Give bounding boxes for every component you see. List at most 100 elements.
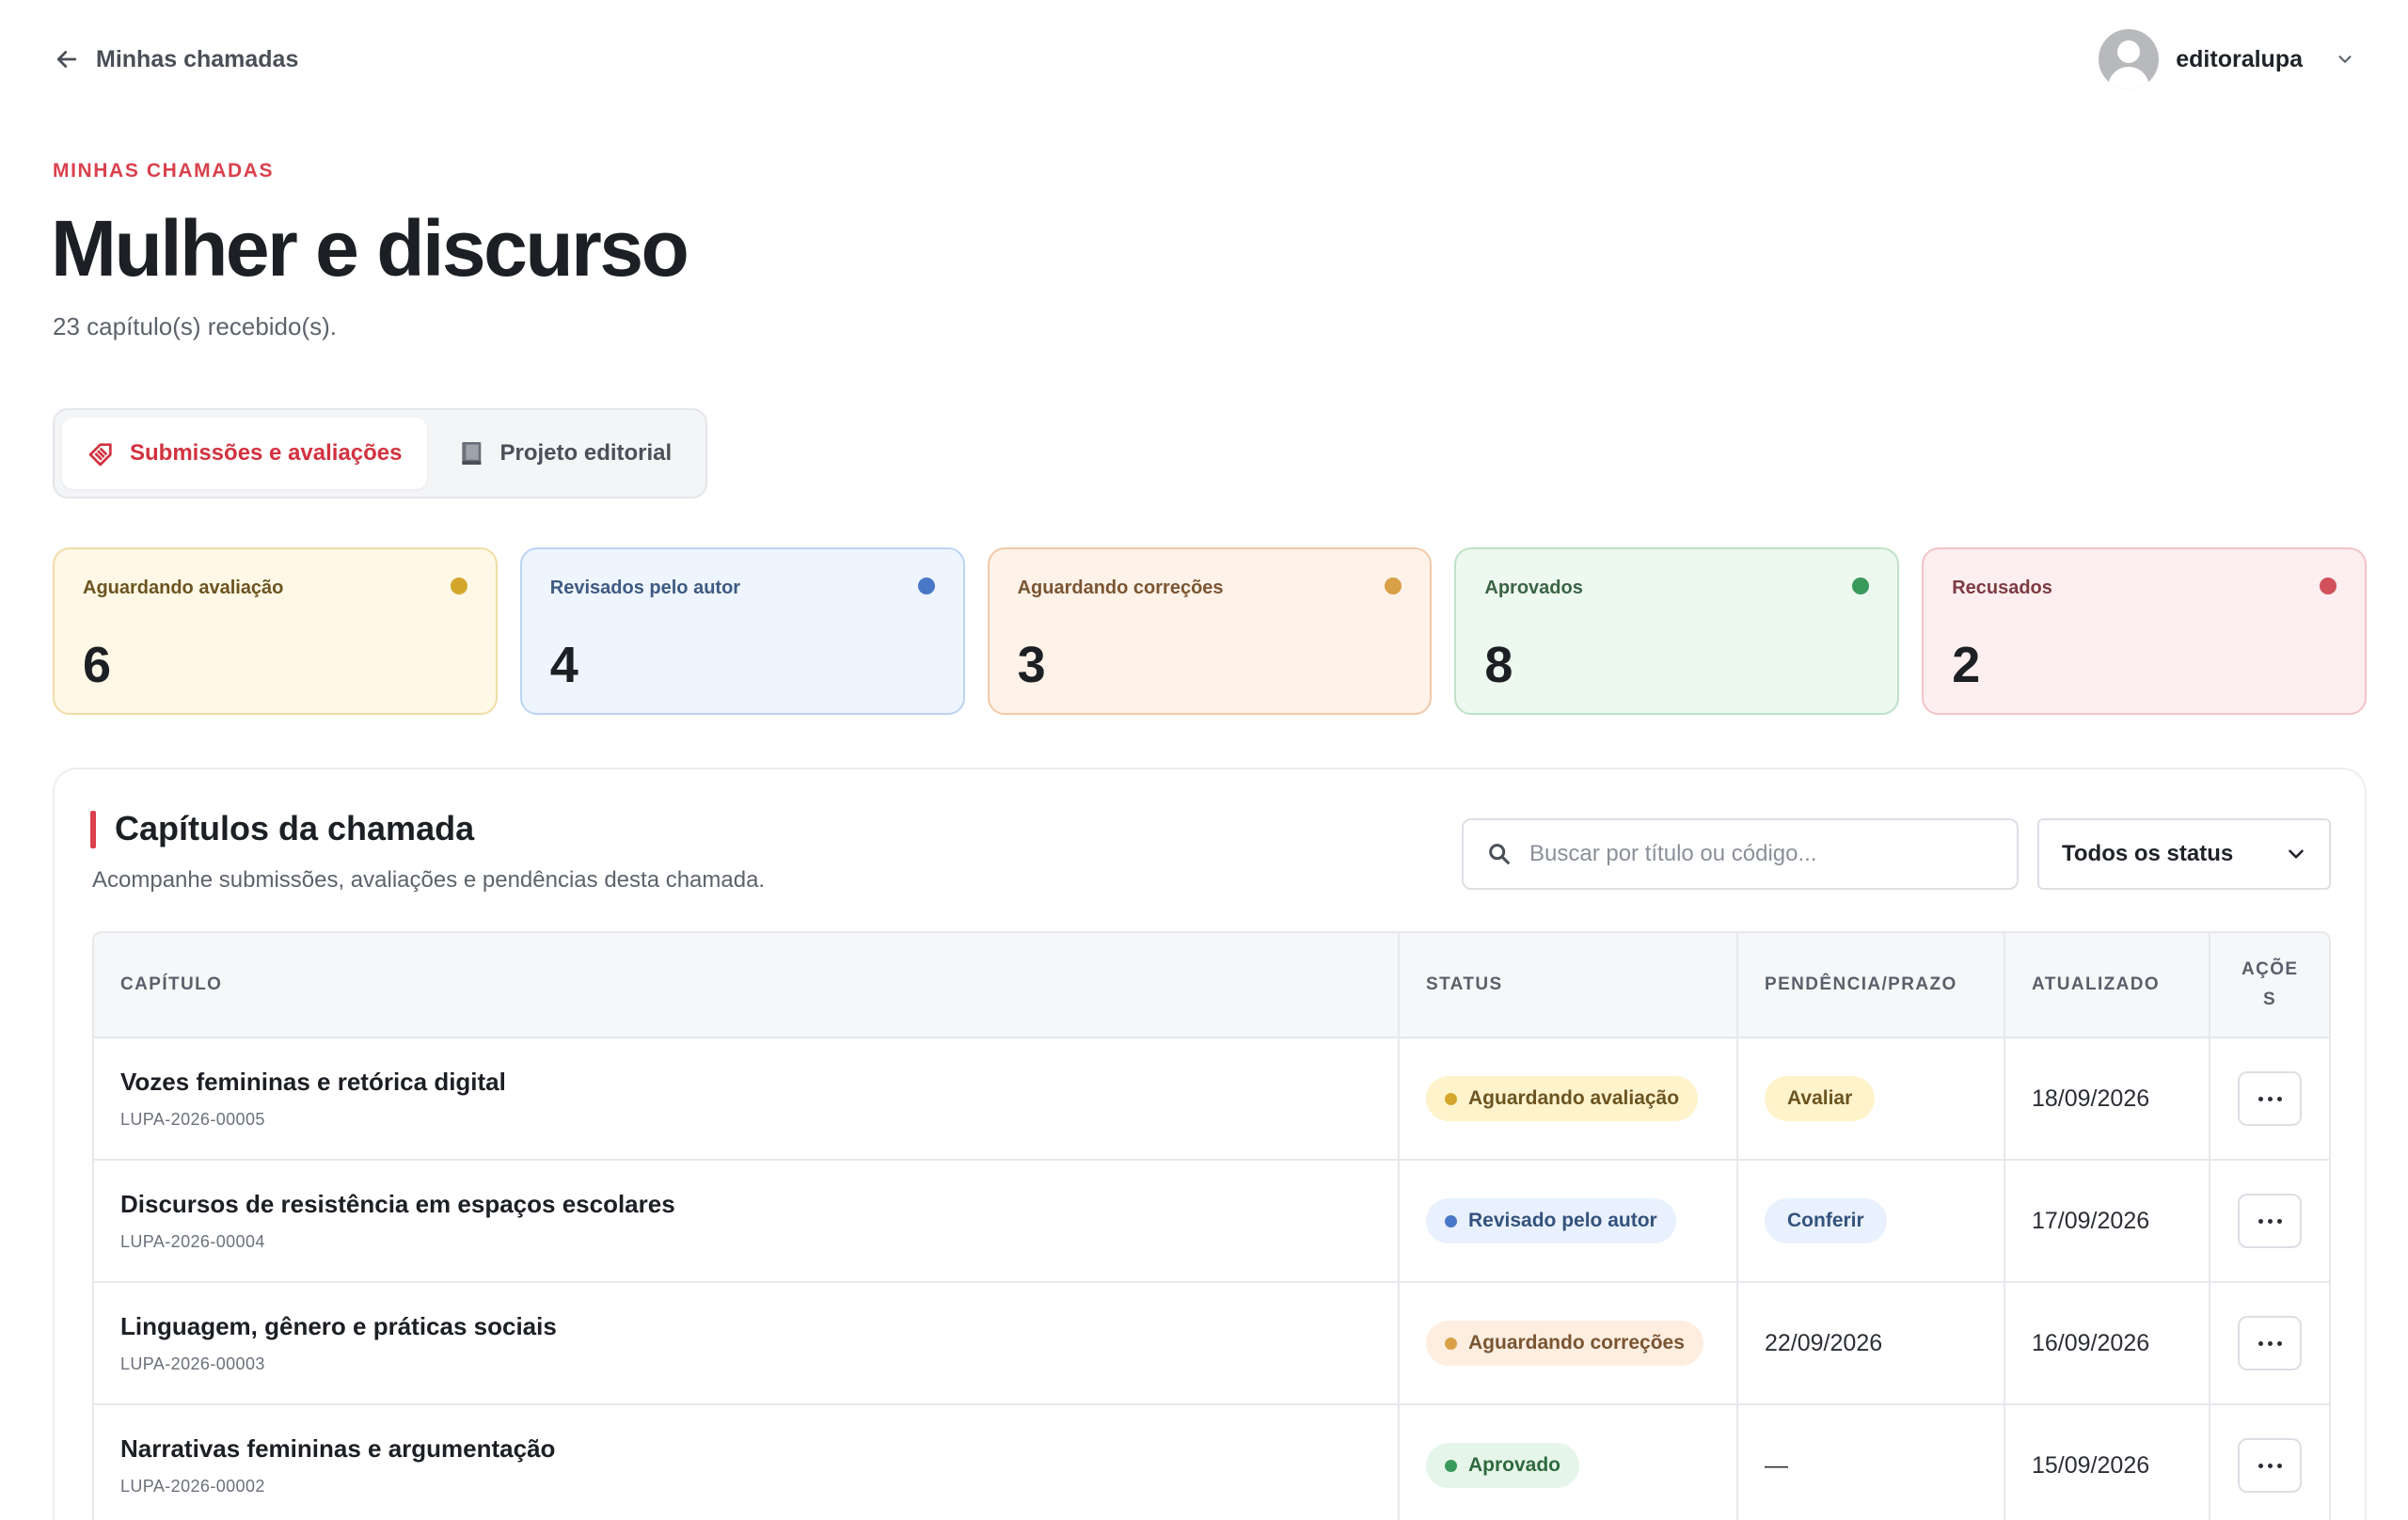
col-chapter: CAPÍTULO (94, 933, 1400, 1037)
tab-submissions[interactable]: Submissões e avaliações (62, 418, 427, 489)
chapters-table: CAPÍTULO STATUS PENDÊNCIA/PRAZO ATUALIZA… (92, 931, 2331, 1520)
stat-card-label: Revisados pelo autor (549, 578, 741, 598)
col-pending: PENDÊNCIA/PRAZO (1738, 933, 2005, 1037)
chapter-title[interactable]: Linguagem, gênero e práticas sociais (120, 1312, 557, 1341)
col-status: STATUS (1400, 933, 1738, 1037)
chapter-code: LUPA-2026-00005 (120, 1110, 265, 1129)
avatar (2099, 29, 2160, 89)
dot-icon (2276, 1463, 2282, 1468)
status-dot (1445, 1459, 1457, 1472)
pending-pill[interactable]: Conferir (1765, 1198, 1887, 1243)
status-badge: Aprovado (1426, 1443, 1580, 1488)
dot-icon (2276, 1096, 2282, 1101)
status-filter-value: Todos os status (2062, 841, 2234, 866)
page-subtitle: 23 capítulo(s) recebido(s). (53, 312, 338, 340)
stat-cards: Aguardando avaliação 6 Revisados pelo auto… (53, 547, 2367, 715)
updated-date: 16/09/2026 (2032, 1329, 2150, 1356)
tab-editorial-project-label: Projeto editorial (499, 440, 673, 466)
pending-cell: Conferir (1738, 1161, 2005, 1281)
pending-cell: 22/09/2026 (1738, 1283, 2005, 1403)
search-box[interactable] (1462, 818, 2019, 890)
col-actions: AÇÕE S (2242, 959, 2299, 1009)
username: editoralupa (2176, 45, 2303, 72)
table-header: CAPÍTULO STATUS PENDÊNCIA/PRAZO ATUALIZA… (94, 933, 2329, 1038)
stat-card[interactable]: Aguardando avaliação 6 (53, 547, 498, 715)
pending-cell: Avaliar (1738, 1038, 2005, 1159)
stat-card[interactable]: Recusados 2 (1922, 547, 2367, 715)
status-filter-select[interactable]: Todos os status (2037, 818, 2331, 890)
stat-card[interactable]: Revisados pelo autor 4 (519, 547, 965, 715)
tab-editorial-project[interactable]: Projeto editorial (433, 418, 697, 489)
stat-card-value: 8 (1484, 637, 1513, 693)
chapter-cell: Linguagem, gênero e práticas sociais LUPA… (94, 1283, 1400, 1403)
page-title: Mulher e discurso (51, 204, 689, 293)
updated-date: 15/09/2026 (2032, 1451, 2150, 1479)
stat-card-label: Aprovados (1484, 578, 1583, 598)
dot-icon (2276, 1340, 2282, 1346)
chapter-cell: Discursos de resistência em espaços esco… (94, 1161, 1400, 1281)
back-link[interactable]: Minhas chamadas (53, 45, 298, 73)
updated-cell: 16/09/2026 (2005, 1283, 2210, 1403)
page-eyebrow: MINHAS CHAMADAS (53, 160, 275, 182)
more-actions-button[interactable] (2238, 1438, 2302, 1493)
table-row[interactable]: Narrativas femininas e argumentação LUPA-… (94, 1405, 2329, 1520)
chevron-down-icon (2289, 849, 2304, 859)
dot-icon (2258, 1096, 2263, 1101)
updated-cell: 15/09/2026 (2005, 1405, 2210, 1520)
more-actions-button[interactable] (2238, 1194, 2302, 1248)
status-dot (1445, 1337, 1457, 1350)
status-dot (1445, 1092, 1457, 1105)
stat-card-value: 4 (549, 637, 578, 693)
stat-card-value: 3 (1017, 637, 1046, 693)
chapter-title[interactable]: Narrativas femininas e argumentação (120, 1434, 555, 1464)
pending-cell: — (1738, 1405, 2005, 1520)
stat-card-value: 2 (1952, 637, 1981, 693)
dot-icon (2267, 1218, 2273, 1224)
table-row[interactable]: Discursos de resistência em espaços esco… (94, 1161, 2329, 1283)
status-badge: Aguardando correções (1426, 1321, 1703, 1366)
chapters-panel: Capítulos da chamada Acompanhe submissõe… (53, 768, 2367, 1520)
chapter-title[interactable]: Discursos de resistência em espaços esco… (120, 1190, 675, 1219)
tab-submissions-label: Submissões e avaliações (130, 440, 403, 466)
arrow-left-icon (56, 51, 77, 68)
dot-icon (2258, 1340, 2263, 1346)
status-cell: Aguardando correções (1400, 1283, 1738, 1403)
pending-text: 22/09/2026 (1765, 1329, 1883, 1356)
status-cell: Aguardando avaliação (1400, 1038, 1738, 1159)
pending-pill[interactable]: Avaliar (1765, 1076, 1876, 1121)
stat-card-label: Aguardando correções (1017, 578, 1224, 598)
user-menu[interactable]: editoralupa (2099, 29, 2355, 89)
status-badge-label: Aprovado (1468, 1454, 1561, 1476)
back-link-label: Minhas chamadas (96, 45, 299, 72)
status-badge: Revisado pelo autor (1426, 1198, 1676, 1243)
status-dot (2319, 578, 2337, 594)
stat-card[interactable]: Aguardando correções 3 (987, 547, 1433, 715)
table-row[interactable]: Linguagem, gênero e práticas sociais LUPA… (94, 1283, 2329, 1405)
status-dot (450, 578, 467, 594)
more-actions-button[interactable] (2238, 1316, 2302, 1370)
search-icon (1489, 844, 1510, 864)
chapter-title[interactable]: Vozes femininas e retórica digital (120, 1068, 506, 1097)
dot-icon (2276, 1218, 2282, 1224)
chapter-code: LUPA-2026-00004 (120, 1232, 265, 1251)
top-bar: Minhas chamadas editoralupa (53, 29, 2355, 89)
chevron-down-icon (2338, 55, 2352, 63)
status-badge-label: Aguardando correções (1468, 1332, 1685, 1354)
search-input[interactable] (1529, 841, 1994, 867)
stat-card-label: Aguardando avaliação (83, 578, 284, 598)
stat-card[interactable]: Aprovados 8 (1454, 547, 1900, 715)
panel-subtitle: Acompanhe submissões, avaliações e pendê… (92, 867, 766, 893)
tag-icon (88, 443, 112, 467)
stat-card-value: 6 (83, 637, 112, 693)
updated-date: 18/09/2026 (2032, 1085, 2150, 1112)
chapter-code: LUPA-2026-00002 (120, 1477, 265, 1496)
dot-icon (2258, 1463, 2263, 1468)
table-row[interactable]: Vozes femininas e retórica digital LUPA-2… (94, 1038, 2329, 1161)
dot-icon (2267, 1096, 2273, 1101)
dot-icon (2267, 1463, 2273, 1468)
more-actions-button[interactable] (2238, 1071, 2302, 1126)
col-updated: ATUALIZADO (2005, 933, 2210, 1037)
dot-icon (2258, 1218, 2263, 1224)
updated-date: 17/09/2026 (2032, 1207, 2150, 1234)
pending-text: — (1765, 1451, 1788, 1479)
